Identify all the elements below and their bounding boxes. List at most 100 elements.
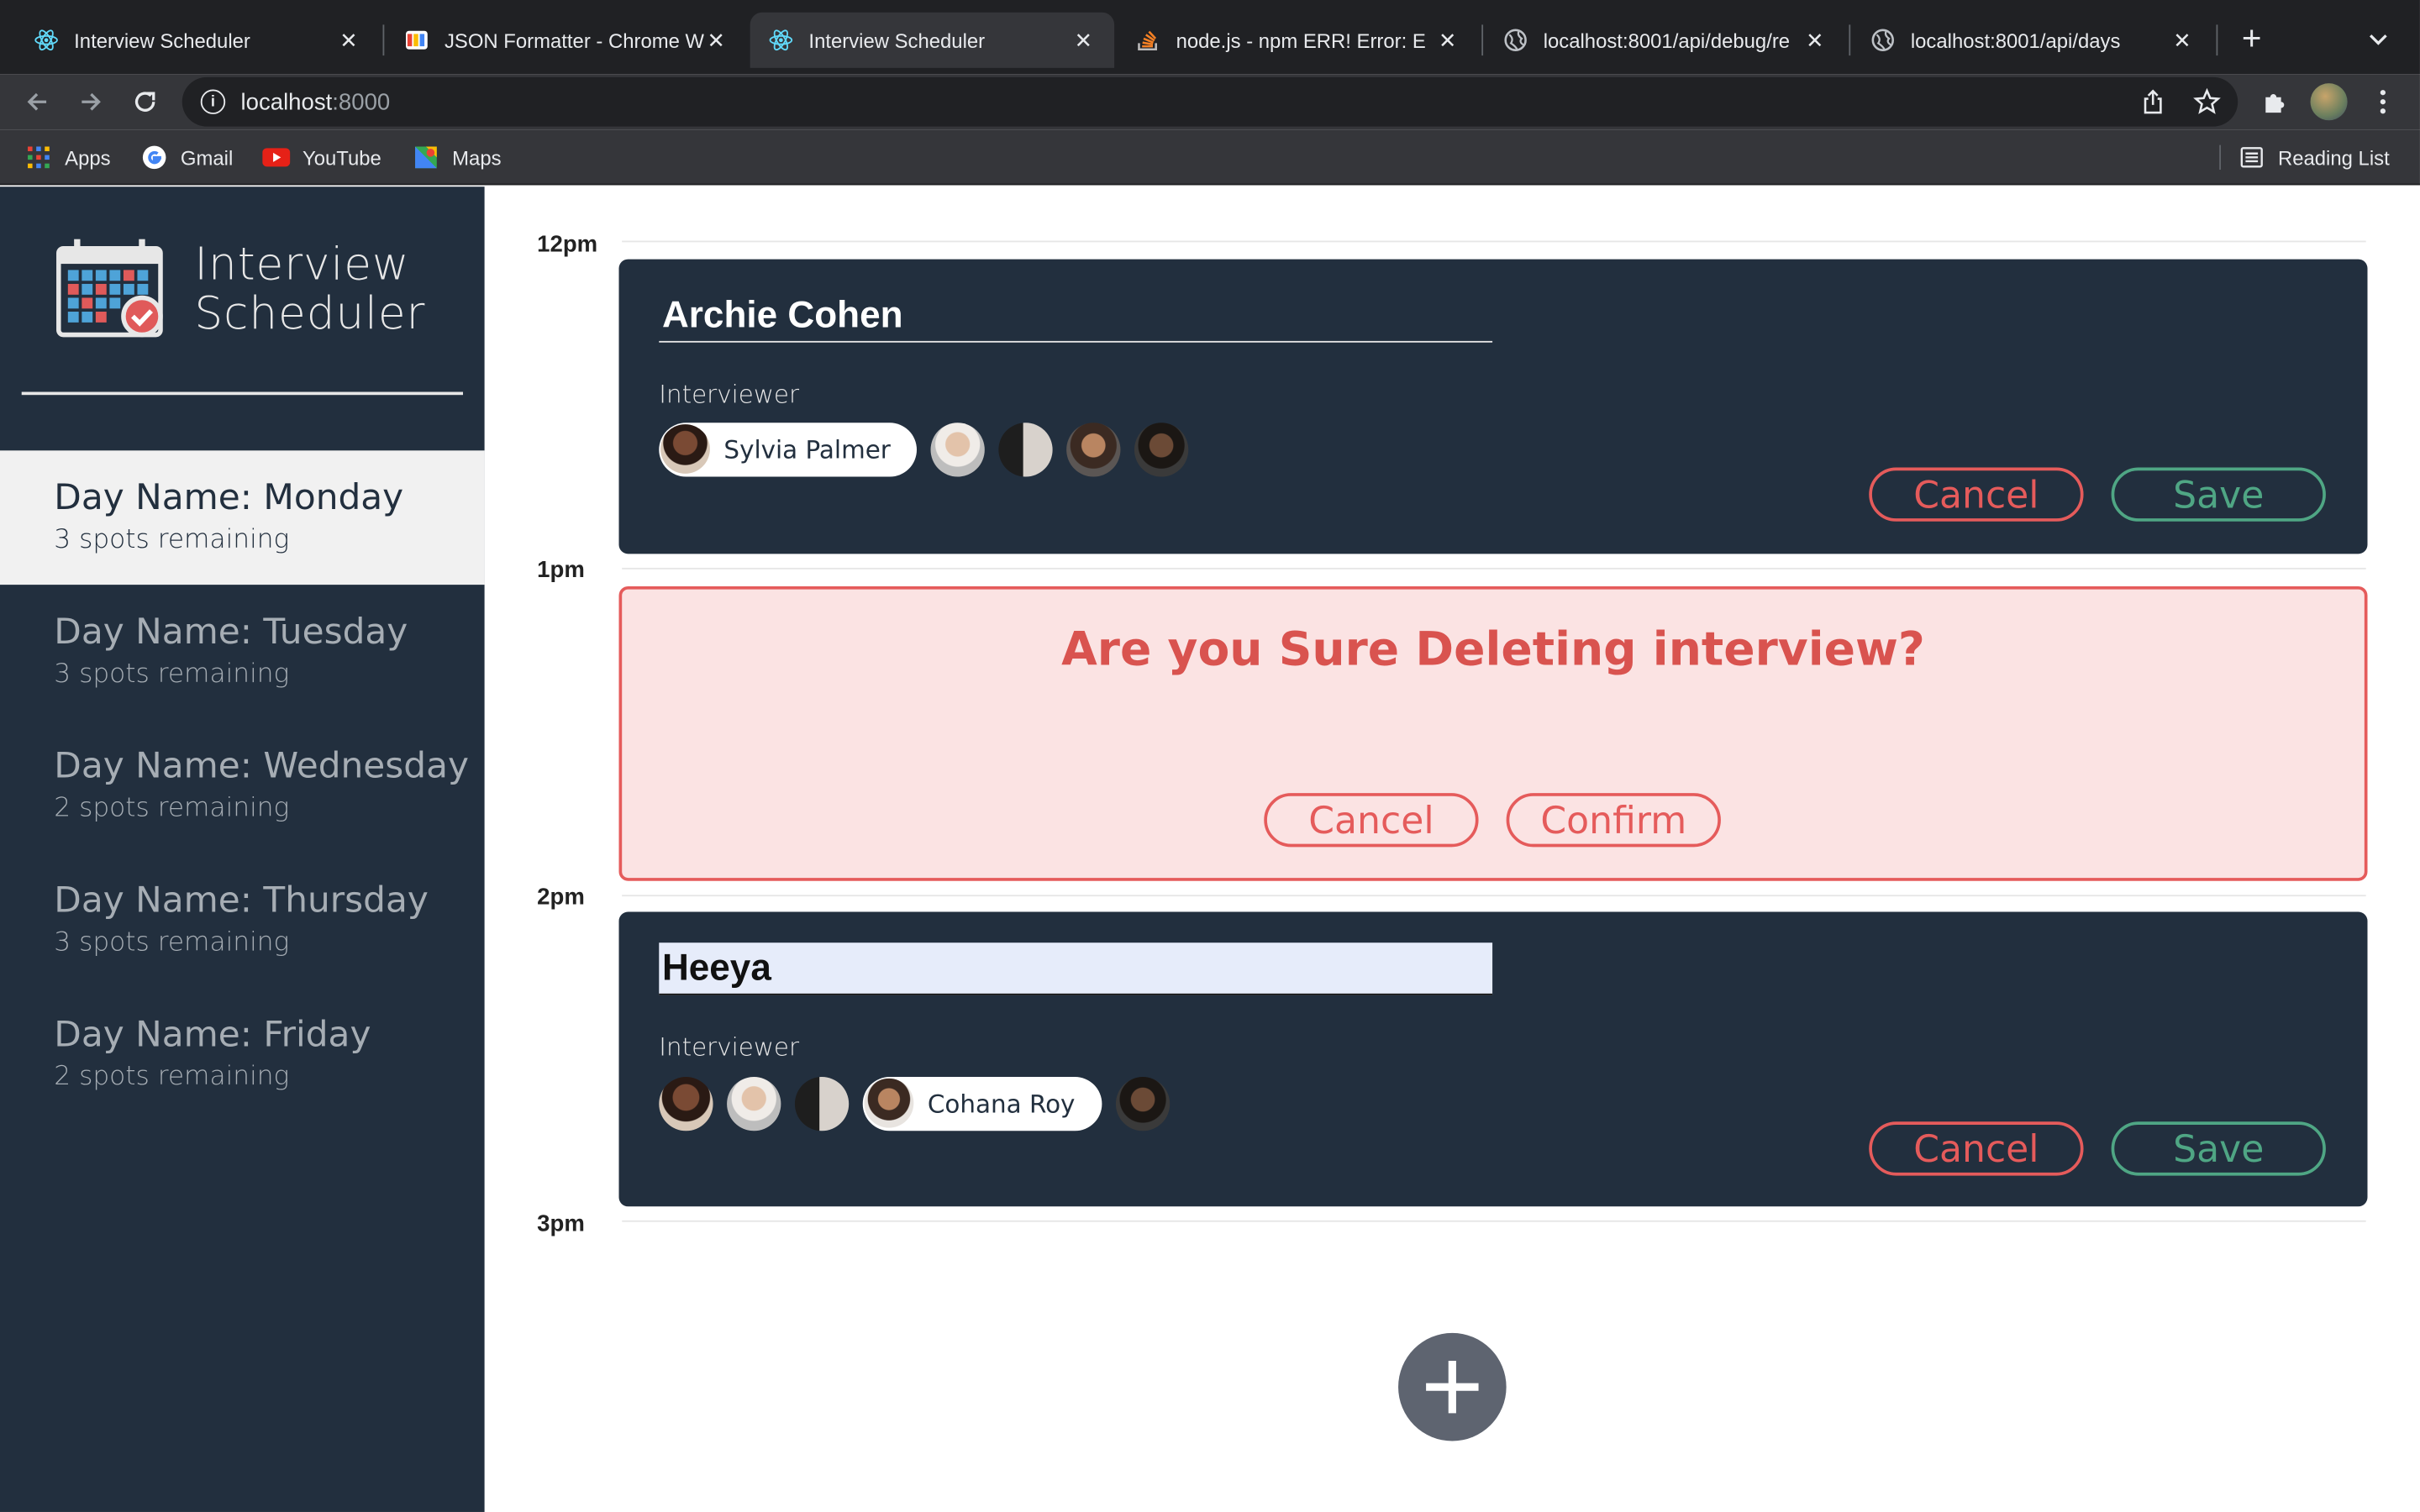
share-icon[interactable] [2138,87,2169,118]
delete-confirmation-message: Are you Sure Deleting interview? [1061,623,1925,678]
globe-icon [1870,28,1895,52]
bookmark-maps[interactable]: Maps [412,142,502,173]
hour-label: 1pm [537,557,585,584]
new-tab-plus-icon[interactable]: + [2232,18,2272,59]
student-name-input[interactable] [659,290,1493,343]
interviewer-label: Interviewer [659,379,800,409]
cancel-button[interactable]: Cancel [1869,1121,2084,1176]
day-list-item-tuesday[interactable]: Day Name: Tuesday 3 spots remaining [0,585,485,719]
brand-line-2: Scheduler [194,286,426,340]
bookmark-star-icon[interactable] [2191,87,2223,118]
bookmarks-bar: Apps Gmail YouTube Maps Reading List [0,129,2420,186]
avatar[interactable] [794,1076,850,1131]
day-name: Day Name: Thursday [54,880,429,921]
hour-separator [622,895,2366,897]
reading-list[interactable]: Reading List [2238,142,2390,173]
tab-separator [2216,24,2218,56]
tab-stackoverflow[interactable]: node.js - npm ERR! Error: E ✕ [1118,13,1479,68]
appointment-form-heeya: Interviewer Cohana Roy Cancel Save [618,911,2368,1207]
reading-list-icon [2238,144,2265,171]
sidebar: Interview Scheduler Day Name: Monday 3 s… [0,186,485,1512]
tab-separator [1849,24,1851,56]
tab-title: node.js - npm ERR! Error: E [1176,28,1426,52]
forward-arrow-icon[interactable] [70,81,113,123]
tab-separator [382,24,385,56]
extensions-puzzle-icon[interactable] [2256,83,2293,120]
bookmark-label: Maps [452,145,502,170]
tab-title: localhost:8001/api/debug/re [1543,28,1791,52]
sidebar-divider [21,391,464,396]
bookmark-gmail[interactable]: Gmail [140,142,233,173]
hour-separator [622,240,2366,243]
cancel-button[interactable]: Cancel [1869,467,2084,522]
tab-separator [1481,24,1484,56]
brand-title: Interview Scheduler [194,239,425,339]
add-appointment-button[interactable] [1398,1332,1507,1441]
day-list-item-friday[interactable]: Day Name: Friday 2 spots remaining [0,987,485,1121]
bookmark-label: Gmail [180,145,234,170]
plus-icon [1426,1360,1479,1414]
tab-interview-scheduler-active[interactable]: Interview Scheduler ✕ [750,12,1115,68]
tab-title: Interview Scheduler [808,28,986,52]
student-name-input[interactable] [659,942,1493,995]
google-icon [140,144,168,171]
avatar[interactable] [1115,1076,1170,1131]
tab-api-days[interactable]: localhost:8001/api/days ✕ [1852,13,2213,68]
kebab-menu-icon[interactable] [2365,83,2402,120]
tab-json-formatter[interactable]: JSON Formatter - Chrome W ✕ [386,13,747,68]
close-icon[interactable]: ✕ [1071,27,1096,52]
stackoverflow-icon [1136,28,1160,52]
avatar [660,424,710,474]
site-info-icon[interactable]: i [200,89,226,114]
reload-icon[interactable] [124,81,166,123]
day-spots: 2 spots remaining [54,1061,290,1093]
tab-interview-scheduler-1[interactable]: Interview Scheduler ✕ [15,13,379,68]
profile-avatar[interactable] [2310,83,2348,121]
cancel-button[interactable]: Cancel [1264,793,1479,848]
day-spots: 2 spots remaining [54,793,290,824]
avatar[interactable] [930,422,985,476]
avatar[interactable] [998,422,1053,476]
bookmark-youtube[interactable]: YouTube [262,142,381,173]
day-list-item-thursday[interactable]: Day Name: Thursday 3 spots remaining [0,853,485,988]
avatar[interactable] [1134,422,1189,476]
avatar [864,1078,914,1128]
interviewer-list: Cohana Roy [659,1075,1183,1131]
day-list-item-wednesday[interactable]: Day Name: Wednesday 2 spots remaining [0,719,485,853]
interviewer-selected[interactable]: Cohana Roy [862,1076,1102,1131]
close-icon[interactable]: ✕ [336,27,360,52]
interviewer-name: Cohana Roy [927,1088,1076,1118]
close-icon[interactable]: ✕ [2170,27,2194,52]
tab-title: Interview Scheduler [74,28,250,52]
reading-list-label: Reading List [2277,145,2390,170]
hour-label: 12pm [537,231,598,258]
delete-confirmation: Are you Sure Deleting interview? Cancel … [618,585,2368,881]
appointment-form-archie: Interviewer Sylvia Palmer Cancel Save [618,259,2368,554]
url-port: :8000 [332,88,391,115]
tab-api-debug[interactable]: localhost:8001/api/debug/re ✕ [1485,13,1846,68]
hour-separator [622,567,2366,570]
interviewer-list: Sylvia Palmer [659,421,1202,476]
tab-search-chevron-down-icon[interactable] [2361,22,2395,55]
avatar[interactable] [659,1076,713,1131]
browser-tabstrip: Interview Scheduler ✕ JSON Formatter - C… [0,0,2420,75]
day-list-item-monday[interactable]: Day Name: Monday 3 spots remaining [0,450,485,585]
address-bar[interactable]: i localhost:8000 [182,76,2238,127]
save-button[interactable]: Save [2111,467,2326,522]
close-icon[interactable]: ✕ [1802,27,1827,52]
interviewer-selected[interactable]: Sylvia Palmer [659,422,918,476]
avatar[interactable] [727,1076,781,1131]
back-arrow-icon[interactable] [15,81,58,123]
interviewer-name: Sylvia Palmer [723,434,891,464]
bookmark-label: YouTube [302,145,381,170]
close-icon[interactable]: ✕ [1435,27,1460,52]
globe-icon [1503,28,1528,52]
avatar[interactable] [1066,422,1121,476]
close-icon[interactable]: ✕ [704,27,729,52]
confirm-button[interactable]: Confirm [1506,793,1721,848]
save-button[interactable]: Save [2111,1121,2326,1176]
bookmark-label: Apps [65,145,111,170]
bookmark-apps[interactable]: Apps [24,142,111,173]
hour-label: 3pm [537,1210,585,1238]
url-host: localhost [240,88,333,115]
